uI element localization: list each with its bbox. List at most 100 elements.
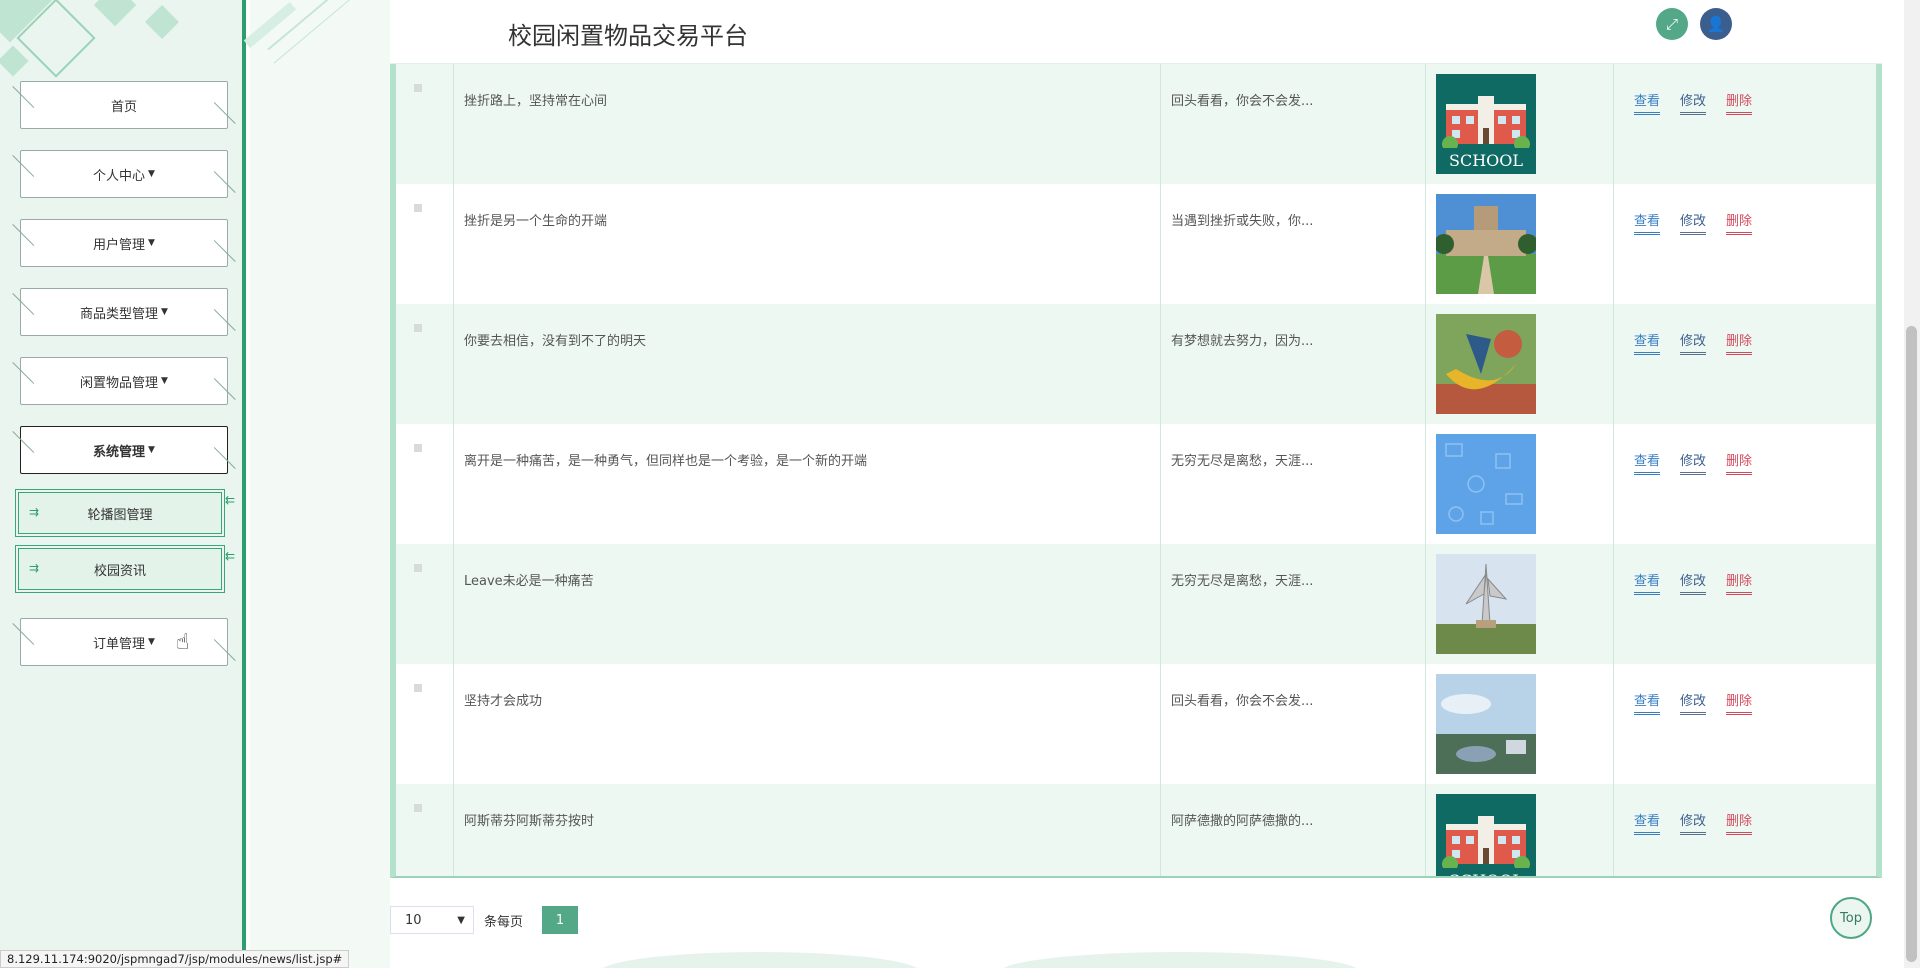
view-button[interactable]: 查看	[1634, 570, 1661, 595]
delete-button[interactable]: 删除	[1726, 570, 1753, 595]
sidebar-item-label: 系统管理	[93, 444, 146, 460]
edit-button[interactable]: 修改	[1680, 570, 1707, 595]
sidebar-item-category-management[interactable]: 商品类型管理 ▼	[20, 288, 228, 336]
sidebar-item-system-management[interactable]: 系统管理 ▼	[20, 426, 228, 474]
view-button[interactable]: 查看	[1634, 450, 1661, 475]
row-checkbox[interactable]	[414, 444, 422, 452]
thumbnail-image	[1436, 554, 1613, 654]
operations-cell: 查看 修改 删除	[1614, 664, 1876, 784]
arrow-right-icon: ⇉	[29, 561, 39, 575]
intro-cell: 无穷无尽是离愁，天涯...	[1161, 544, 1426, 664]
delete-button[interactable]: 删除	[1726, 210, 1753, 235]
table-row: 离开是一种痛苦，是一种勇气，但同样也是一个考验，是一个新的开端 无穷无尽是离愁，天…	[396, 424, 1876, 544]
decoration	[93, 0, 137, 27]
checkbox-cell	[396, 664, 454, 784]
row-checkbox[interactable]	[414, 84, 422, 92]
caret-down-icon: ▼	[148, 169, 155, 179]
sidebar-item-label: 个人中心	[93, 168, 146, 184]
thumbnail-image	[1436, 314, 1613, 414]
caret-down-icon: ▼	[148, 445, 155, 455]
sidebar: 首页 个人中心 ▼ 用户管理 ▼ 商品类型管理 ▼ 闲置物品管理 ▼ 系统管理 ▼ ⇉ 轮…	[0, 0, 246, 968]
operations-cell: 查看 修改 删除	[1614, 544, 1876, 664]
decoration	[0, 45, 29, 77]
delete-button[interactable]: 删除	[1726, 330, 1753, 355]
row-checkbox[interactable]	[414, 804, 422, 812]
view-button[interactable]: 查看	[1634, 810, 1661, 835]
sidebar-item-label: 闲置物品管理	[80, 375, 159, 391]
sidebar-item-home[interactable]: 首页	[20, 81, 228, 129]
checkbox-cell	[396, 784, 454, 876]
sidebar-item-label: 首页	[110, 99, 137, 115]
expand-button[interactable]: ⤢	[1656, 8, 1688, 40]
delete-button[interactable]: 删除	[1726, 690, 1753, 715]
page-button-current[interactable]: 1	[542, 906, 578, 934]
sidebar-item-user-management[interactable]: 用户管理 ▼	[20, 219, 228, 267]
news-table: 挫折路上，坚持常在心间 回头看看，你会不会发... SCHOOL 查看 修改 删除 挫折是另…	[390, 64, 1882, 878]
view-button[interactable]: 查看	[1634, 330, 1661, 355]
intro-cell: 阿萨德撒的阿萨德撒的...	[1161, 784, 1426, 876]
intro-cell: 有梦想就去努力，因为...	[1161, 304, 1426, 424]
view-button[interactable]: 查看	[1634, 90, 1661, 115]
table-row: 挫折路上，坚持常在心间 回头看看，你会不会发... SCHOOL 查看 修改 删除	[396, 64, 1876, 184]
view-button[interactable]: 查看	[1634, 690, 1661, 715]
back-to-top-button[interactable]: Top	[1830, 897, 1872, 939]
title-cell: 挫折是另一个生命的开端	[454, 184, 1161, 304]
title-cell: 坚持才会成功	[454, 664, 1161, 784]
edit-button[interactable]: 修改	[1680, 330, 1707, 355]
sidebar-subitem-campus-news[interactable]: ⇉ 校园资讯 ⇇	[15, 545, 235, 593]
caret-down-icon: ▼	[148, 238, 155, 248]
thumbnail-image: SCHOOL	[1436, 794, 1613, 876]
edit-button[interactable]: 修改	[1680, 690, 1707, 715]
page-size-value: 10	[405, 912, 422, 928]
title-cell: 你要去相信，没有到不了的明天	[454, 304, 1161, 424]
hand-cursor-icon: ☝	[176, 630, 190, 655]
edit-button[interactable]: 修改	[1680, 90, 1707, 115]
row-checkbox[interactable]	[414, 324, 422, 332]
sidebar-item-order-management[interactable]: 订单管理 ▼	[20, 618, 228, 666]
title-cell: Leave未必是一种痛苦	[454, 544, 1161, 664]
thumbnail-image	[1436, 674, 1613, 774]
delete-button[interactable]: 删除	[1726, 90, 1753, 115]
thumbnail-image	[1436, 434, 1613, 534]
sidebar-subitem-carousel-management[interactable]: ⇉ 轮播图管理 ⇇	[15, 489, 235, 537]
view-button[interactable]: 查看	[1634, 210, 1661, 235]
top-header: 校园闲置物品交易平台 ⤢ 👤	[390, 0, 1882, 64]
intro-cell: 回头看看，你会不会发...	[1161, 664, 1426, 784]
image-cell	[1426, 544, 1614, 664]
sidebar-item-label: 用户管理	[93, 237, 146, 253]
user-icon: 👤	[1706, 15, 1726, 33]
scrollbar-thumb[interactable]	[1906, 326, 1917, 962]
operations-cell: 查看 修改 删除	[1614, 184, 1876, 304]
table-row: 阿斯蒂芬阿斯蒂芬按时阿萨德撒的阿萨德撒的... SCHOOL 查看修改删除	[396, 784, 1876, 876]
title-cell: 挫折路上，坚持常在心间	[454, 64, 1161, 184]
image-cell	[1426, 184, 1614, 304]
title-cell: 离开是一种痛苦，是一种勇气，但同样也是一个考验，是一个新的开端	[454, 424, 1161, 544]
sidebar-item-personal-center[interactable]: 个人中心 ▼	[20, 150, 228, 198]
arrow-left-icon: ⇇	[224, 549, 235, 563]
decoration	[1000, 952, 1360, 968]
table-row: 挫折是另一个生命的开端 当遇到挫折或失败，你... 查看 修改 删除	[396, 184, 1876, 304]
row-checkbox[interactable]	[414, 204, 422, 212]
checkbox-cell	[396, 64, 454, 184]
row-checkbox[interactable]	[414, 684, 422, 692]
edit-button[interactable]: 修改	[1680, 810, 1707, 835]
expand-icon: ⤢	[1665, 15, 1678, 33]
row-checkbox[interactable]	[414, 564, 422, 572]
arrow-right-icon: ⇉	[29, 505, 39, 519]
table-row: 你要去相信，没有到不了的明天 有梦想就去努力，因为... 查看 修改 删除	[396, 304, 1876, 424]
checkbox-cell	[396, 424, 454, 544]
image-cell: SCHOOL	[1426, 64, 1614, 184]
user-button[interactable]: 👤	[1700, 8, 1732, 40]
decoration	[243, 1, 297, 49]
intro-cell: 无穷无尽是离愁，天涯...	[1161, 424, 1426, 544]
sidebar-item-idle-goods-management[interactable]: 闲置物品管理 ▼	[20, 357, 228, 405]
delete-button[interactable]: 删除	[1726, 450, 1753, 475]
edit-button[interactable]: 修改	[1680, 210, 1707, 235]
edit-button[interactable]: 修改	[1680, 450, 1707, 475]
thumbnail-image: SCHOOL	[1436, 74, 1613, 174]
page-size-select[interactable]: 10 ▼	[390, 906, 474, 934]
caret-down-icon: ▼	[161, 307, 168, 317]
delete-button[interactable]: 删除	[1726, 810, 1753, 835]
status-url: 8.129.11.174:9020/jspmngad7/jsp/modules/…	[0, 950, 350, 968]
title-cell: 阿斯蒂芬阿斯蒂芬按时	[454, 784, 1161, 876]
